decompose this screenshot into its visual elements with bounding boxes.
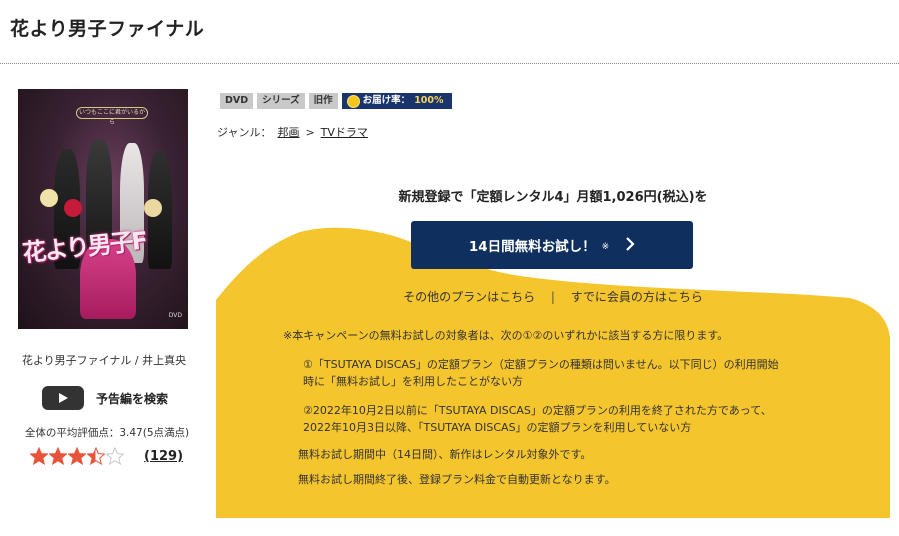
note-condition-2-cont: 2022年10月3日以降、「TSUTAYA DISCAS」の定額プランを利用して…: [303, 421, 692, 434]
note-condition-2: ②2022年10月2日以前に「TSUTAYA DISCAS」の定額プランの利用を…: [303, 404, 772, 417]
badge-series: シリーズ: [257, 93, 305, 109]
other-plans-link[interactable]: その他のプランはこちら: [403, 290, 535, 304]
badge-dvd: DVD: [220, 93, 254, 109]
link-separator: |: [550, 290, 555, 304]
breadcrumb-separator: >: [305, 125, 315, 139]
note-auto-renewal: 無料お試し期間終了後、登録プラン料金で自動更新となります。: [298, 473, 616, 486]
dvd-cover-image[interactable]: いつもここに君がいるから 花より男子F DVD: [18, 89, 188, 329]
note-eligibility: ※本キャンペーンの無料お試しの対象者は、次の①②のいずれかに該当する方に限ります…: [283, 329, 729, 342]
format-badges: DVD シリーズ 旧作 お届け率： 100%: [220, 93, 452, 109]
trailer-search-button[interactable]: 予告編を検索: [42, 386, 168, 410]
free-trial-button[interactable]: 14日間無料お試し！ ※: [411, 221, 693, 269]
free-trial-label: 14日間無料お試し！: [468, 239, 596, 255]
chevron-right-icon: [625, 236, 635, 255]
title-divider: [0, 63, 899, 64]
campaign-notes: ※本キャンペーンの無料お試しの対象者は、次の①②のいずれかに該当する方に限ります…: [283, 327, 843, 488]
trailer-search-label: 予告編を検索: [96, 391, 169, 406]
star-icon: [87, 447, 105, 465]
poster-flower: [144, 199, 162, 217]
poster-tagline: いつもここに君がいるから: [76, 107, 148, 126]
star-icon: [30, 447, 48, 465]
page-title: 花より男子ファイナル: [10, 18, 205, 40]
plan-links: その他のプランはこちら | すでに会員の方はこちら: [216, 288, 890, 305]
delivery-rate-label: お届け率：: [362, 95, 411, 106]
free-trial-note-mark: ※: [601, 242, 610, 252]
genre-breadcrumb: ジャンル： 邦画 > TVドラマ: [217, 124, 368, 140]
note-condition-1: ①「TSUTAYA DISCAS」の定額プラン（定額プランの種類は問いません。以…: [303, 358, 779, 371]
badge-old-release: 旧作: [308, 93, 338, 109]
delivery-rate-badge: お届け率： 100%: [341, 93, 452, 109]
genre-label: ジャンル：: [217, 126, 272, 139]
genre-link-houga[interactable]: 邦画: [277, 124, 299, 140]
star-rating: [30, 447, 124, 465]
poster-flower: [40, 189, 58, 207]
play-icon: [42, 386, 84, 410]
star-icon: [49, 447, 67, 465]
existing-member-link[interactable]: すでに会員の方はこちら: [571, 290, 703, 304]
note-new-release: 無料お試し期間中（14日間）、新作はレンタル対象外です。: [298, 448, 592, 461]
sun-icon: [347, 95, 359, 107]
star-icon: [68, 447, 86, 465]
review-count-link[interactable]: (129): [144, 449, 183, 464]
average-rating-text: 全体の平均評価点：3.47(5点満点): [24, 427, 190, 439]
delivery-rate-value: 100%: [414, 95, 444, 106]
star-icon: [106, 447, 124, 465]
poster-flower: [64, 199, 82, 217]
movie-caption: 花より男子ファイナル / 井上真央: [21, 354, 187, 367]
promo-headline: 新規登録で「定額レンタル4」月額1,026円(税込)を: [398, 190, 708, 205]
note-condition-1-cont: 時に「無料お試し」を利用したことがない方: [303, 375, 523, 388]
genre-link-tv-drama[interactable]: TVドラマ: [321, 124, 368, 140]
poster-dvd-mark: DVD: [168, 312, 182, 319]
